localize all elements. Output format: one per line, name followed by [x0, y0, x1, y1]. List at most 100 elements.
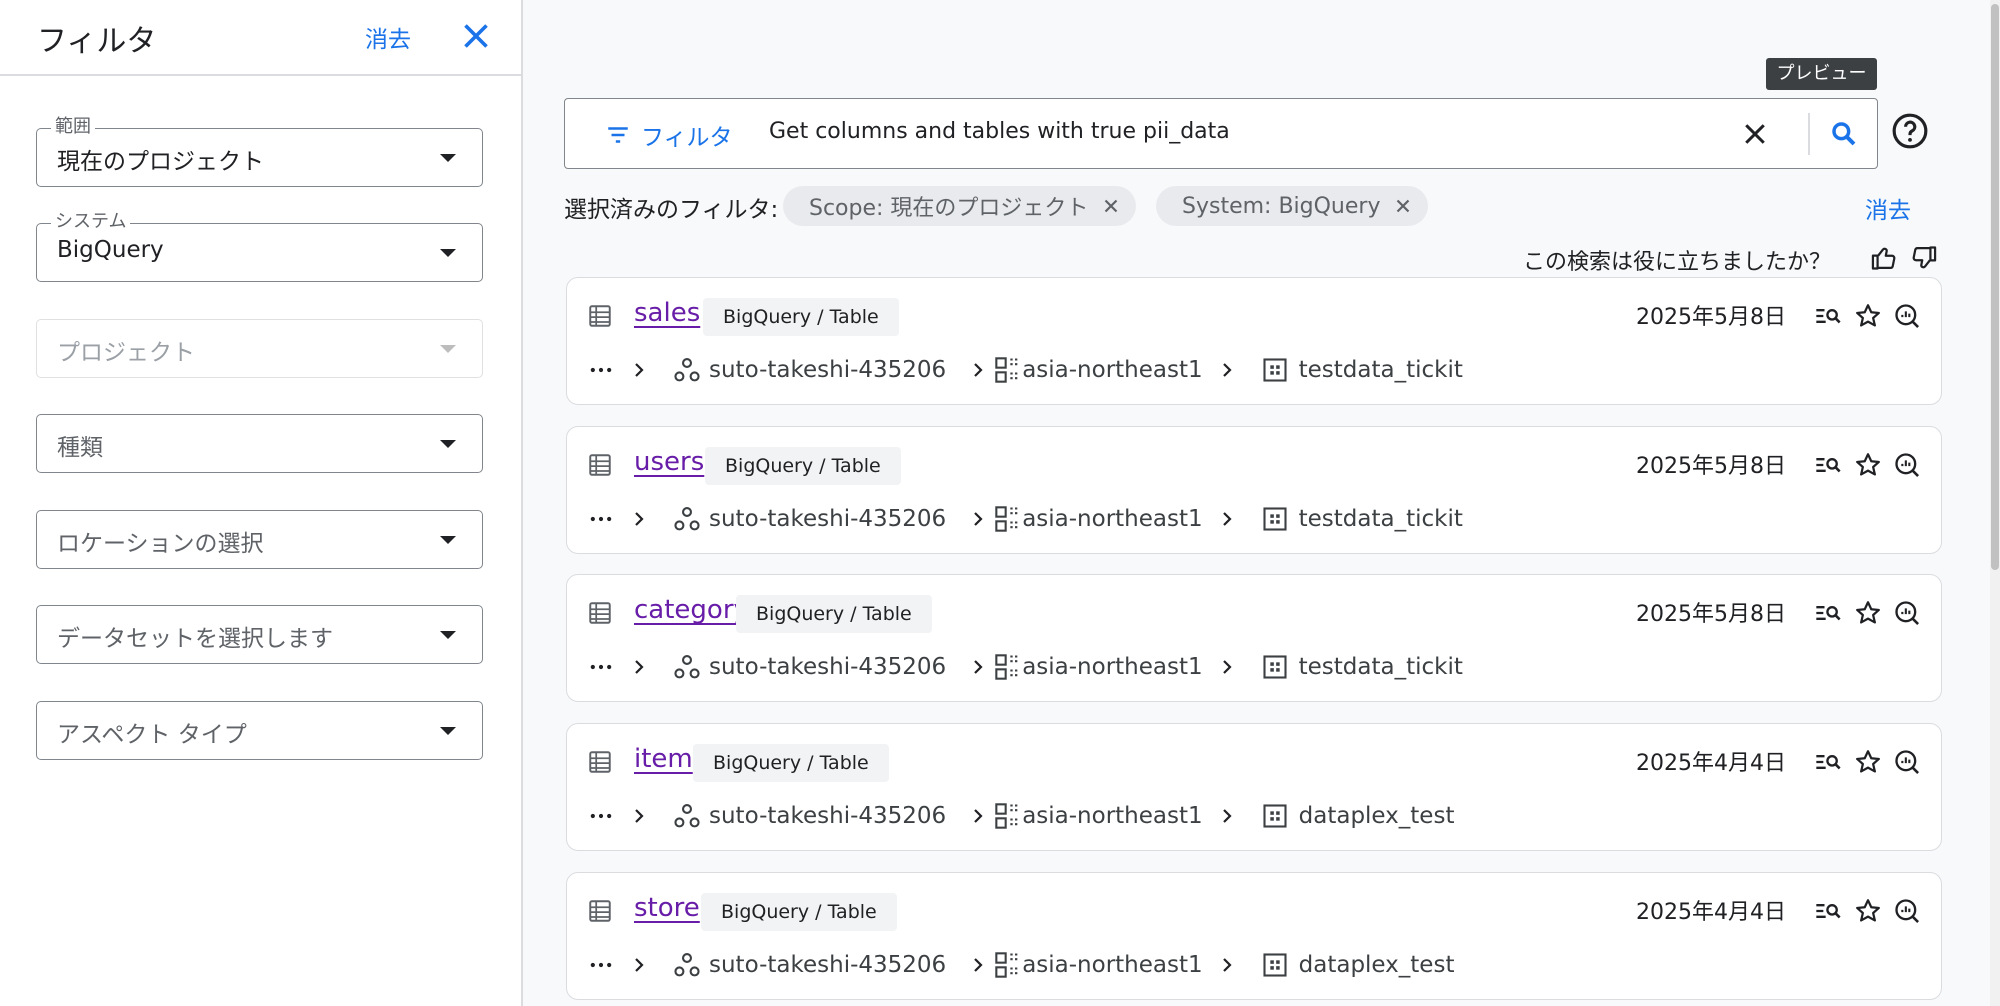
insights-icon[interactable]	[1893, 451, 1921, 479]
location-icon	[995, 952, 1019, 978]
table-icon	[589, 900, 611, 922]
remove-chip-icon[interactable]	[1100, 195, 1122, 217]
result-card-sales[interactable]: sales BigQuery / Table 2025年5月8日 suto-ta…	[566, 277, 1942, 405]
filter-chip-system-text: System: BigQuery	[1182, 193, 1381, 219]
result-name-link[interactable]: users	[634, 447, 704, 477]
result-card-users[interactable]: users BigQuery / Table 2025年5月8日 suto-ta…	[566, 426, 1942, 554]
dataset-icon	[1263, 358, 1287, 382]
table-icon	[589, 602, 611, 624]
location-icon	[995, 803, 1019, 829]
search-divider	[1808, 113, 1810, 155]
project-icon	[674, 803, 700, 828]
breadcrumb-location[interactable]: asia-northeast1	[1022, 357, 1202, 383]
insights-icon[interactable]	[1893, 599, 1921, 627]
more-horiz-icon[interactable]	[587, 653, 615, 681]
filter-clear-button[interactable]: 消去	[365, 20, 411, 54]
chevron-right-icon	[635, 958, 644, 972]
scrollbar[interactable]	[1990, 0, 2000, 1006]
caret-down-icon	[440, 727, 456, 735]
star-icon[interactable]	[1854, 302, 1882, 330]
feedback-question: この検索は役に立ちましたか？	[1523, 250, 1832, 275]
insights-icon[interactable]	[1893, 897, 1921, 925]
chevron-right-icon	[974, 660, 983, 674]
system-select[interactable]: システム BigQuery	[36, 212, 483, 282]
dataset-select[interactable]: データセットを選択します	[36, 605, 483, 664]
location-select[interactable]: ロケーションの選択	[36, 510, 483, 569]
result-card-store[interactable]: store BigQuery / Table 2025年4月4日 suto-ta…	[566, 872, 1942, 1000]
result-card-category[interactable]: category BigQuery / Table 2025年5月8日 suto…	[566, 574, 1942, 702]
help-icon[interactable]	[1891, 112, 1929, 150]
preview-tooltip: プレビュー	[1766, 58, 1877, 90]
breadcrumb-project[interactable]: suto-takeshi-435206	[709, 952, 946, 978]
clear-filters-button[interactable]: 消去	[1865, 191, 1911, 225]
close-icon[interactable]	[458, 18, 494, 54]
project-icon	[674, 357, 700, 382]
result-type-badge: BigQuery / Table	[693, 744, 889, 782]
breadcrumb-dataset[interactable]: testdata_tickit	[1299, 506, 1463, 532]
project-icon	[674, 952, 700, 977]
filter-chip-scope-text: Scope: 現在のプロジェクト	[809, 196, 1089, 221]
result-breadcrumb: suto-takeshi-435206 asia-northeast1 test…	[587, 649, 1463, 685]
breadcrumb-dataset[interactable]: dataplex_test	[1299, 952, 1455, 978]
chevron-right-icon	[974, 363, 983, 377]
star-icon[interactable]	[1854, 897, 1882, 925]
scope-select[interactable]: 範囲 現在のプロジェクト	[36, 117, 483, 187]
more-horiz-icon[interactable]	[587, 356, 615, 384]
preview-icon[interactable]	[1814, 897, 1842, 925]
breadcrumb-project[interactable]: suto-takeshi-435206	[709, 357, 946, 383]
preview-icon[interactable]	[1814, 302, 1842, 330]
more-horiz-icon[interactable]	[587, 951, 615, 979]
clear-search-icon[interactable]	[1740, 119, 1770, 149]
thumb-down-icon[interactable]	[1910, 244, 1938, 272]
type-select[interactable]: 種類	[36, 414, 483, 473]
star-icon[interactable]	[1854, 599, 1882, 627]
insights-icon[interactable]	[1893, 748, 1921, 776]
preview-icon[interactable]	[1814, 599, 1842, 627]
project-icon	[674, 506, 700, 531]
star-icon[interactable]	[1854, 451, 1882, 479]
breadcrumb-location[interactable]: asia-northeast1	[1022, 803, 1202, 829]
caret-down-icon	[440, 536, 456, 544]
thumb-up-icon[interactable]	[1870, 244, 1898, 272]
location-select-placeholder: ロケーションの選択	[57, 531, 264, 557]
aspect-type-select[interactable]: アスペクト タイプ	[36, 701, 483, 760]
chevron-right-icon	[635, 512, 644, 526]
location-icon	[995, 506, 1019, 532]
breadcrumb-dataset[interactable]: testdata_tickit	[1299, 654, 1463, 680]
more-horiz-icon[interactable]	[587, 802, 615, 830]
dataset-icon	[1263, 655, 1287, 679]
search-icon[interactable]	[1828, 118, 1860, 150]
breadcrumb-project[interactable]: suto-takeshi-435206	[709, 654, 946, 680]
preview-icon[interactable]	[1814, 451, 1842, 479]
filter-chip-scope[interactable]: Scope: 現在のプロジェクト	[783, 186, 1137, 226]
chevron-right-icon	[974, 809, 983, 823]
breadcrumb-dataset[interactable]: dataplex_test	[1299, 803, 1455, 829]
scrollbar-thumb[interactable]	[1991, 4, 1999, 570]
breadcrumb-location[interactable]: asia-northeast1	[1022, 654, 1202, 680]
breadcrumb-location[interactable]: asia-northeast1	[1022, 952, 1202, 978]
filter-panel-title: フィルタ	[37, 24, 157, 59]
table-icon	[589, 454, 611, 476]
project-select: プロジェクト	[36, 319, 483, 378]
breadcrumb-location[interactable]: asia-northeast1	[1022, 506, 1202, 532]
search-bar: フィルタ Get columns and tables with true pi…	[564, 98, 1878, 169]
filter-panel: フィルタ 消去 範囲 現在のプロジェクト システム BigQuery プロジェク…	[0, 0, 523, 1006]
search-filter-button[interactable]: フィルタ	[605, 118, 733, 152]
result-name-link[interactable]: store	[634, 893, 700, 923]
result-name-link[interactable]: category	[634, 595, 749, 625]
breadcrumb-project[interactable]: suto-takeshi-435206	[709, 803, 946, 829]
chevron-right-icon	[974, 512, 983, 526]
preview-icon[interactable]	[1814, 748, 1842, 776]
breadcrumb-project[interactable]: suto-takeshi-435206	[709, 506, 946, 532]
breadcrumb-dataset[interactable]: testdata_tickit	[1299, 357, 1463, 383]
star-icon[interactable]	[1854, 748, 1882, 776]
result-name-link[interactable]: item	[634, 744, 693, 774]
result-card-item[interactable]: item BigQuery / Table 2025年4月4日 suto-tak…	[566, 723, 1942, 851]
dataset-icon	[1263, 953, 1287, 977]
search-input[interactable]: Get columns and tables with true pii_dat…	[769, 119, 1230, 144]
insights-icon[interactable]	[1893, 302, 1921, 330]
result-name-link[interactable]: sales	[634, 298, 700, 328]
more-horiz-icon[interactable]	[587, 505, 615, 533]
remove-chip-icon[interactable]	[1392, 195, 1414, 217]
filter-chip-system[interactable]: System: BigQuery	[1156, 186, 1429, 226]
